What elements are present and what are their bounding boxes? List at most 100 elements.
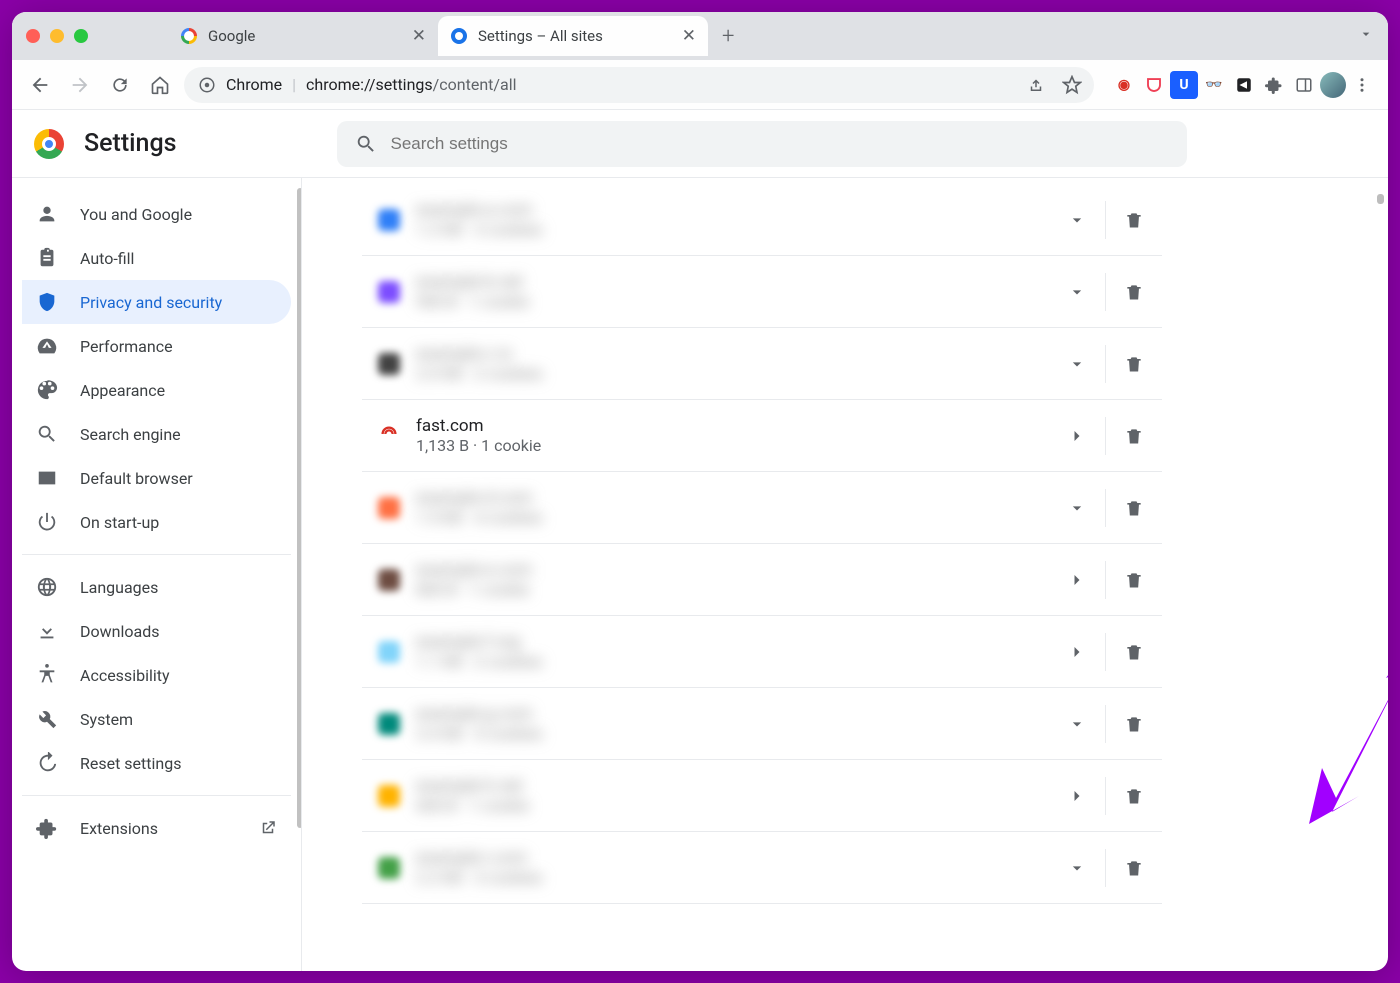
site-domain: example-h.net — [416, 776, 1049, 796]
site-info-icon[interactable] — [198, 76, 216, 94]
site-favicon-icon — [378, 209, 416, 231]
toolbar: Chrome | chrome://settings/content/all ◉… — [12, 60, 1388, 110]
search-input[interactable] — [391, 134, 1169, 154]
site-row[interactable]: example-a.com1.2 KB · 3 cookies — [362, 184, 1162, 256]
expand-button[interactable] — [1049, 480, 1105, 536]
sidebar-item-system[interactable]: System — [22, 697, 291, 741]
clipboard-icon — [36, 247, 58, 269]
site-meta: 3.4 KB · 5 cookies — [416, 724, 1049, 743]
site-row[interactable]: fast.com1,133 B · 1 cookie — [362, 400, 1162, 472]
site-domain: example-b.net — [416, 272, 1049, 292]
sidebar-item-extensions[interactable]: Extensions — [22, 806, 291, 850]
extension-icon[interactable] — [1140, 71, 1168, 99]
delete-button[interactable] — [1106, 408, 1162, 464]
window-controls — [26, 29, 88, 43]
expand-button[interactable] — [1049, 408, 1105, 464]
tab-close-icon[interactable]: ✕ — [682, 26, 696, 46]
delete-button[interactable] — [1106, 192, 1162, 248]
power-icon — [36, 511, 58, 533]
bookmark-button[interactable] — [1056, 69, 1088, 101]
sidebar-item-on-startup[interactable]: On start-up — [22, 500, 291, 544]
sidebar-item-label: Privacy and security — [80, 293, 222, 312]
window-maximize-button[interactable] — [74, 29, 88, 43]
delete-button[interactable] — [1106, 336, 1162, 392]
delete-button[interactable] — [1106, 552, 1162, 608]
browser-window: Google ✕ Settings – All sites ✕ + Chrome — [12, 12, 1388, 971]
sidebar-item-label: Languages — [80, 578, 158, 597]
delete-button[interactable] — [1106, 480, 1162, 536]
back-button[interactable] — [24, 69, 56, 101]
site-favicon-icon — [378, 785, 416, 807]
expand-button[interactable] — [1049, 336, 1105, 392]
delete-button[interactable] — [1106, 264, 1162, 320]
tabs-dropdown-icon[interactable] — [1358, 26, 1374, 46]
site-row[interactable]: example-f.org1.1 KB · 2 cookies — [362, 616, 1162, 688]
sidebar-item-default-browser[interactable]: Default browser — [22, 456, 291, 500]
expand-button[interactable] — [1049, 264, 1105, 320]
expand-button[interactable] — [1049, 552, 1105, 608]
window-minimize-button[interactable] — [50, 29, 64, 43]
page-scrollbar-thumb[interactable] — [1377, 194, 1384, 204]
sidebar-item-languages[interactable]: Languages — [22, 565, 291, 609]
expand-button[interactable] — [1049, 840, 1105, 896]
sidebar-item-reset[interactable]: Reset settings — [22, 741, 291, 785]
site-list: example-a.com1.2 KB · 3 cookiesexample-b… — [362, 184, 1162, 904]
extensions-menu-icon[interactable] — [1260, 71, 1288, 99]
browser-icon — [36, 467, 58, 489]
delete-button[interactable] — [1106, 768, 1162, 824]
sidebar-item-accessibility[interactable]: Accessibility — [22, 653, 291, 697]
delete-button[interactable] — [1106, 696, 1162, 752]
sidebar-item-appearance[interactable]: Appearance — [22, 368, 291, 412]
expand-button[interactable] — [1049, 696, 1105, 752]
site-favicon-icon — [378, 353, 416, 375]
expand-button[interactable] — [1049, 768, 1105, 824]
share-button[interactable] — [1020, 69, 1052, 101]
extension-icon[interactable]: 👓 — [1200, 71, 1228, 99]
window-close-button[interactable] — [26, 29, 40, 43]
site-info: example-h.net600 B · 1 cookie — [416, 776, 1049, 815]
sidebar-item-search-engine[interactable]: Search engine — [22, 412, 291, 456]
sidebar-item-label: Performance — [80, 337, 173, 356]
extension-icon — [36, 817, 58, 839]
site-info: example-d.com1.5 KB · 4 cookies — [416, 488, 1049, 527]
tab-close-icon[interactable]: ✕ — [412, 26, 426, 46]
site-row[interactable]: example-h.net600 B · 1 cookie — [362, 760, 1162, 832]
side-panel-icon[interactable] — [1290, 71, 1318, 99]
site-row[interactable]: example-e.com800 B · 1 cookie — [362, 544, 1162, 616]
tab-label: Settings – All sites — [478, 27, 603, 45]
extension-icon[interactable] — [1230, 71, 1258, 99]
site-row[interactable]: example-d.com1.5 KB · 4 cookies — [362, 472, 1162, 544]
sidebar-item-autofill[interactable]: Auto-fill — [22, 236, 291, 280]
site-meta: 2.2 KB · 3 cookies — [416, 868, 1049, 887]
sidebar-item-you-and-google[interactable]: You and Google — [22, 192, 291, 236]
profile-avatar[interactable] — [1320, 72, 1346, 98]
settings-search[interactable] — [337, 121, 1187, 167]
chrome-menu-button[interactable] — [1348, 71, 1376, 99]
delete-button[interactable] — [1106, 624, 1162, 680]
sidebar-item-label: Default browser — [80, 469, 193, 488]
expand-button[interactable] — [1049, 192, 1105, 248]
site-row[interactable]: example-g.com3.4 KB · 5 cookies — [362, 688, 1162, 760]
extension-icon[interactable]: U — [1170, 71, 1198, 99]
chrome-logo-icon — [34, 129, 64, 159]
address-bar[interactable]: Chrome | chrome://settings/content/all — [184, 67, 1094, 103]
site-row[interactable]: example-i.com2.2 KB · 3 cookies — [362, 832, 1162, 904]
new-tab-button[interactable]: + — [722, 24, 734, 49]
tab-google[interactable]: Google ✕ — [168, 16, 438, 56]
site-row[interactable]: example-c.io2.0 KB · 2 cookies — [362, 328, 1162, 400]
site-row[interactable]: example-b.net900 B · 1 cookie — [362, 256, 1162, 328]
sidebar-item-privacy-security[interactable]: Privacy and security — [22, 280, 291, 324]
home-button[interactable] — [144, 69, 176, 101]
extension-icon[interactable]: ◉ — [1110, 71, 1138, 99]
site-info: example-i.com2.2 KB · 3 cookies — [416, 848, 1049, 887]
forward-button[interactable] — [64, 69, 96, 101]
extension-icons: ◉ U 👓 — [1110, 71, 1376, 99]
expand-button[interactable] — [1049, 624, 1105, 680]
sidebar-item-downloads[interactable]: Downloads — [22, 609, 291, 653]
settings-header: Settings — [12, 110, 1388, 178]
tab-settings[interactable]: Settings – All sites ✕ — [438, 16, 708, 56]
delete-button[interactable] — [1106, 840, 1162, 896]
accessibility-icon — [36, 664, 58, 686]
reload-button[interactable] — [104, 69, 136, 101]
sidebar-item-performance[interactable]: Performance — [22, 324, 291, 368]
